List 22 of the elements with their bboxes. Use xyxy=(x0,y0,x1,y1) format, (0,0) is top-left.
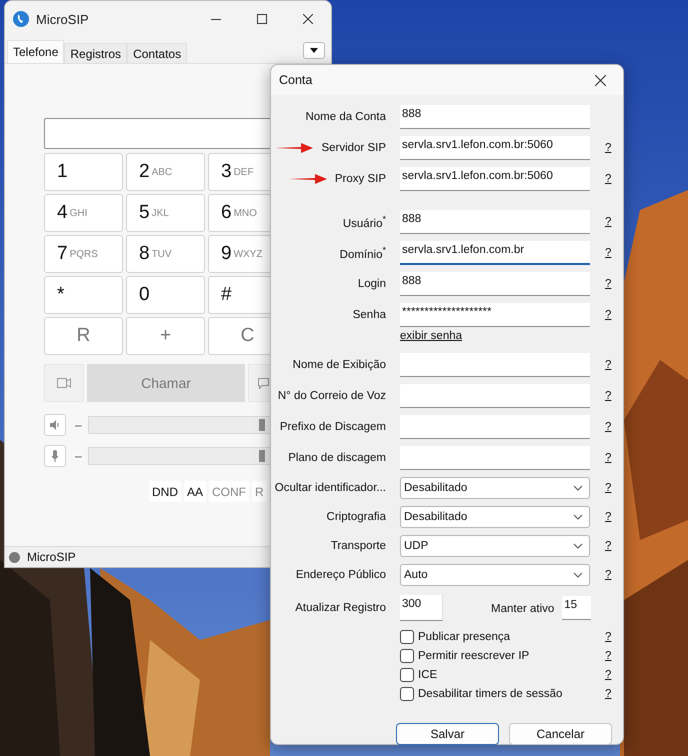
field-label: Ocultar identificador... xyxy=(274,482,386,494)
field-label: Login xyxy=(358,278,386,290)
field-label: N° do Correio de Voz xyxy=(278,390,386,402)
field-label: Transporte xyxy=(330,540,386,552)
slider-sign: – xyxy=(75,449,82,463)
field-label: Senha xyxy=(352,309,386,321)
field-label: Prefixo de Discagem xyxy=(280,421,386,433)
field-label: Criptografia xyxy=(326,511,386,523)
field-label: Manter ativo xyxy=(491,603,554,615)
field-label: Servidor SIP xyxy=(321,142,386,154)
dialog-title: Conta xyxy=(279,73,314,87)
slider-sign: – xyxy=(75,418,82,432)
field-label: Nome da Conta xyxy=(305,111,386,123)
field-label: Endereço Público xyxy=(296,569,386,581)
field-label: Plano de discagem xyxy=(288,452,386,464)
field-label: Nome de Exibição xyxy=(292,359,386,371)
field-label: Domínio$^{*}$ xyxy=(340,245,386,261)
field-label: Proxy SIP xyxy=(334,173,386,185)
status-text: MicroSIP xyxy=(27,550,76,564)
window-title: MicroSIP xyxy=(36,12,90,26)
field-label: Atualizar Registro xyxy=(295,602,386,614)
field-label: Usuário$^{*}$ xyxy=(342,214,386,230)
